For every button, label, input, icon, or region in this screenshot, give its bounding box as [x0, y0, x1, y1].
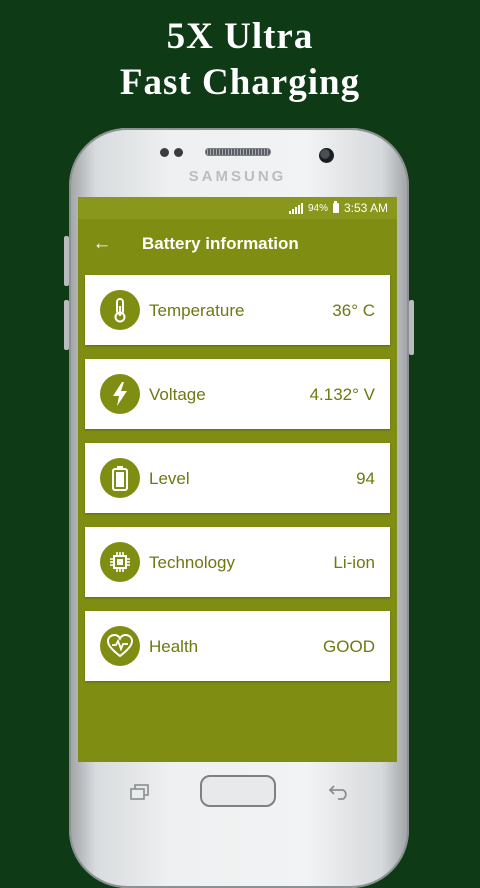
lightning-icon [100, 374, 140, 414]
clock: 3:53 AM [343, 201, 388, 215]
info-card-voltage: Voltage 4.132° V [85, 359, 390, 429]
promo-headline: 5X Ultra Fast Charging [0, 14, 480, 106]
sensor-dot [160, 148, 169, 157]
info-label: Level [149, 469, 190, 488]
info-card-health: Health GOOD [85, 611, 390, 681]
battery-status-icon [332, 201, 339, 213]
info-label: Temperature [149, 301, 245, 320]
arrow-left-icon[interactable]: ← [90, 232, 114, 256]
info-value: 4.132° V [309, 385, 375, 404]
brand-logo: SAMSUNG [188, 168, 287, 185]
info-card-temperature: Temperature 36° C [85, 275, 390, 345]
signal-icon [288, 202, 303, 214]
app-bar: ← Battery information [78, 219, 397, 269]
battery-icon [100, 458, 140, 498]
front-camera [319, 148, 334, 163]
earpiece-speaker [205, 148, 271, 156]
info-value: 94 [356, 469, 375, 488]
heart-pulse-icon [100, 626, 140, 666]
thermometer-icon [100, 290, 140, 330]
sensor-dot [174, 148, 183, 157]
info-value: Li-ion [333, 553, 375, 572]
promo-line-1: 5X Ultra [166, 16, 314, 57]
page-title: Battery information [142, 234, 299, 253]
battery-percent: 94% [307, 202, 328, 214]
info-label: Health [149, 637, 199, 656]
info-value: 36° C [332, 301, 375, 320]
recent-apps-icon[interactable] [130, 784, 150, 800]
hardware-nav-bar [78, 762, 397, 822]
promo-line-2: Fast Charging [119, 62, 361, 103]
chip-icon [100, 542, 140, 582]
home-button[interactable] [200, 775, 276, 807]
phone-screen: 94% 3:53 AM ← Battery information Temper… [78, 197, 397, 762]
status-bar: 94% 3:53 AM [78, 197, 397, 219]
info-value: GOOD [323, 637, 375, 656]
info-label: Voltage [149, 385, 206, 404]
back-icon[interactable] [328, 782, 350, 800]
info-card-level: Level 94 [85, 443, 390, 513]
power-button [409, 300, 414, 355]
info-label: Technology [149, 553, 236, 572]
info-card-technology: Technology Li-ion [85, 527, 390, 597]
